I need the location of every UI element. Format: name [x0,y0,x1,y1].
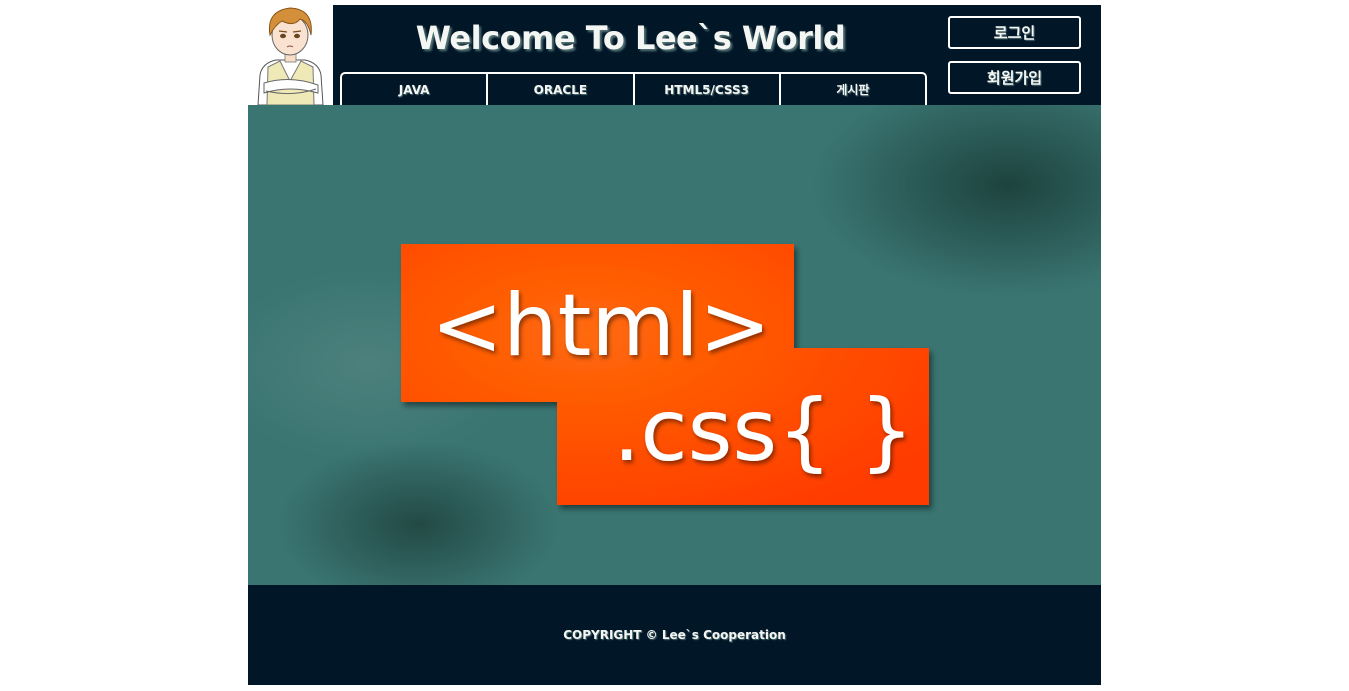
login-button[interactable]: 로그인 [948,16,1081,49]
copyright-text: COPYRIGHT © Lee`s Cooperation [563,628,786,642]
page-title: Welcome To Lee`s World [415,19,846,57]
page: Welcome To Lee`s World JAVA ORACLE HTML5… [0,0,1349,691]
logo-html-text: <html> [431,276,771,376]
nav-item-java[interactable]: JAVA [342,74,489,105]
nav-item-oracle[interactable]: ORACLE [488,74,635,105]
site-footer: COPYRIGHT © Lee`s Cooperation [248,585,1101,685]
hero-banner: <html> .css{ } [248,105,1101,585]
main-nav: JAVA ORACLE HTML5/CSS3 게시판 [340,72,927,105]
site-header: Welcome To Lee`s World JAVA ORACLE HTML5… [333,5,1101,105]
nav-item-board[interactable]: 게시판 [781,74,925,105]
avatar [248,5,333,106]
nav-item-html5-css3[interactable]: HTML5/CSS3 [635,74,781,105]
html-css-logo-image: <html> .css{ } [401,244,929,505]
boy-character-icon [257,7,324,106]
signup-button[interactable]: 회원가입 [948,61,1081,94]
logo-css-text: .css{ } [613,381,914,481]
